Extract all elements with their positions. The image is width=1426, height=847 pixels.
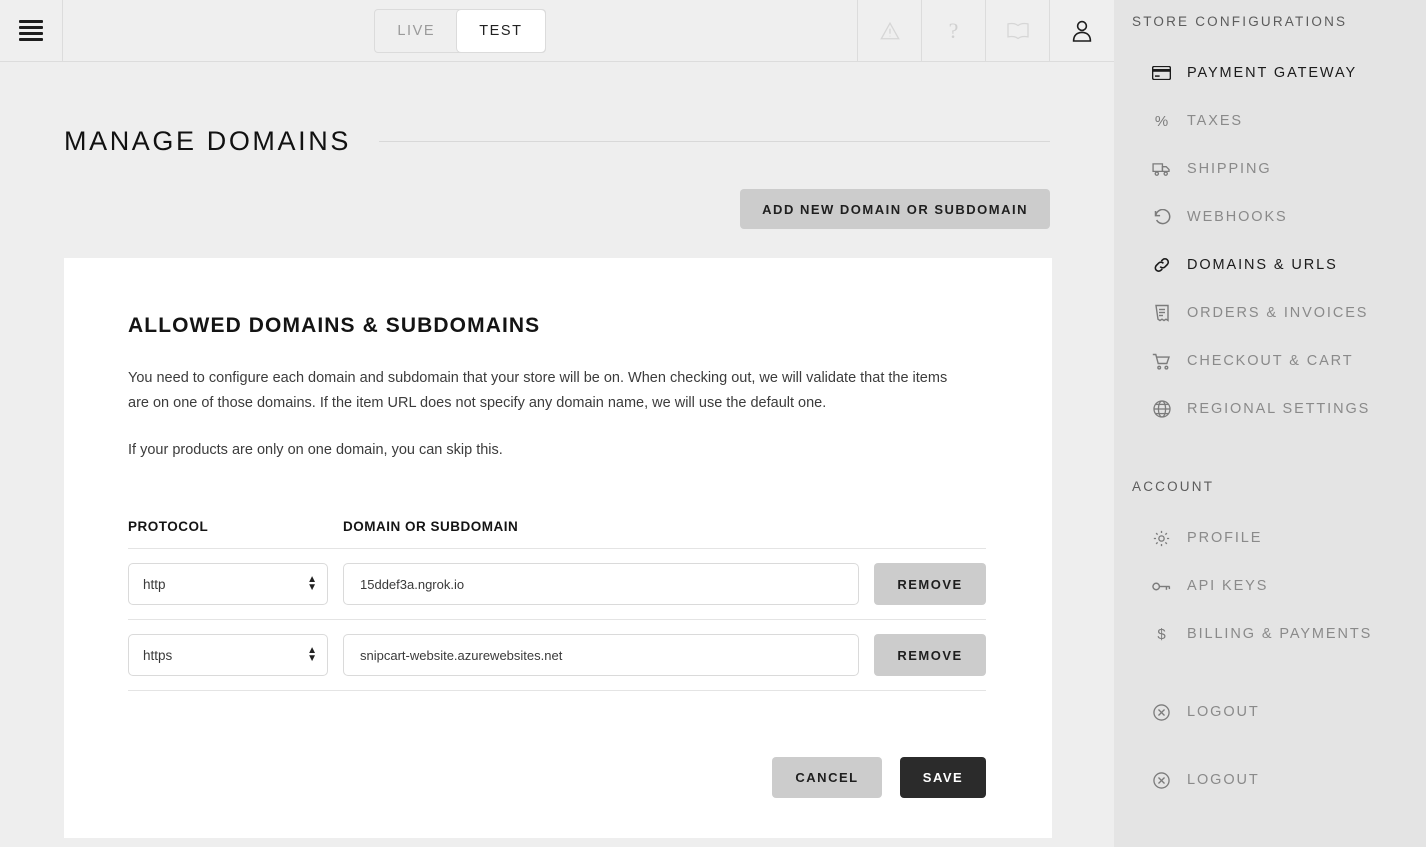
help-button[interactable]: ?: [922, 0, 986, 61]
truck-icon: [1152, 162, 1171, 177]
user-icon: [1072, 20, 1092, 42]
env-live-button[interactable]: LIVE: [375, 10, 457, 52]
add-new-domain-button[interactable]: ADD NEW DOMAIN OR SUBDOMAIN: [740, 189, 1050, 229]
column-header-domain: DOMAIN OR SUBDOMAIN: [343, 519, 519, 534]
dollar-icon: $: [1157, 625, 1166, 643]
add-domain-row: ADD NEW DOMAIN OR SUBDOMAIN: [64, 189, 1050, 229]
hamburger-icon: [19, 20, 43, 41]
sidebar-item-logout-1[interactable]: LOGOUT: [1114, 688, 1426, 736]
warning-button[interactable]: [858, 0, 922, 61]
card-description-1: You need to configure each domain and su…: [128, 370, 948, 411]
sidebar-label: ORDERS & INVOICES: [1187, 305, 1369, 321]
menu-toggle-button[interactable]: [0, 0, 63, 61]
sidebar: STORE CONFIGURATIONS PAYMENT GATEWAY % T…: [1114, 0, 1426, 847]
logout-circle-icon: [1152, 703, 1171, 721]
key-icon: [1152, 580, 1171, 593]
shopping-cart-icon: [1152, 353, 1171, 370]
globe-icon: [1152, 400, 1171, 418]
app-root: LIVE TEST ? MANAGE DOMAINS ADD NEW DOMAI…: [0, 0, 1426, 847]
sidebar-item-regional-settings[interactable]: REGIONAL SETTINGS: [1114, 385, 1426, 433]
sidebar-item-checkout-cart[interactable]: CHECKOUT & CART: [1114, 337, 1426, 385]
allowed-domains-card: ALLOWED DOMAINS & SUBDOMAINS You need to…: [64, 258, 1052, 838]
sidebar-label: CHECKOUT & CART: [1187, 353, 1354, 369]
sidebar-section-store: STORE CONFIGURATIONS: [1132, 14, 1348, 29]
protocol-select-wrapper-2: https ▲ ▼: [128, 634, 328, 676]
env-toggle-container: LIVE TEST: [63, 0, 858, 61]
protocol-select-2[interactable]: https: [128, 634, 328, 676]
remove-domain-button-1[interactable]: REMOVE: [874, 563, 986, 605]
book-icon: [1006, 21, 1030, 41]
header-divider: [378, 141, 1050, 142]
sidebar-label: API KEYS: [1187, 578, 1269, 594]
sidebar-item-webhooks[interactable]: WEBHOOKS: [1114, 193, 1426, 241]
sidebar-item-taxes[interactable]: % TAXES: [1114, 97, 1426, 145]
page-title: MANAGE DOMAINS: [64, 126, 351, 156]
card-description-2: If your products are only on one domain,…: [128, 442, 503, 458]
undo-arrow-icon: [1152, 209, 1171, 225]
table-row: http ▲▼ REMOVE: [128, 549, 986, 619]
sidebar-label: PAYMENT GATEWAY: [1187, 65, 1358, 81]
card-footer: CANCEL SAVE: [128, 691, 986, 838]
sidebar-label: TAXES: [1187, 113, 1243, 129]
sidebar-label: WEBHOOKS: [1187, 209, 1288, 225]
sidebar-item-shipping[interactable]: SHIPPING: [1114, 145, 1426, 193]
sidebar-label: DOMAINS & URLS: [1187, 257, 1338, 273]
sidebar-label: LOGOUT: [1187, 772, 1260, 788]
link-icon: [1152, 257, 1171, 273]
sidebar-label: LOGOUT: [1187, 704, 1260, 720]
sidebar-label: REGIONAL SETTINGS: [1187, 401, 1371, 417]
remove-domain-button-2[interactable]: REMOVE: [874, 634, 986, 676]
domains-table: PROTOCOL DOMAIN OR SUBDOMAIN http ▲▼ REM…: [128, 519, 986, 691]
domain-input-1[interactable]: [343, 563, 859, 605]
page-content: MANAGE DOMAINS ADD NEW DOMAIN OR SUBDOMA…: [0, 62, 1114, 838]
sidebar-section-account: ACCOUNT: [1132, 479, 1215, 494]
sidebar-label: BILLING & PAYMENTS: [1187, 626, 1373, 642]
credit-card-icon: [1152, 66, 1171, 80]
gear-icon: [1152, 530, 1171, 547]
main-column: LIVE TEST ? MANAGE DOMAINS ADD NEW DOMAI…: [0, 0, 1114, 847]
cancel-button[interactable]: CANCEL: [772, 757, 882, 798]
logout-circle-icon: [1152, 771, 1171, 789]
sidebar-item-billing-payments[interactable]: $ BILLING & PAYMENTS: [1114, 610, 1426, 658]
sidebar-item-logout-2[interactable]: LOGOUT: [1114, 756, 1426, 804]
percent-icon: %: [1154, 112, 1169, 130]
sidebar-item-domains-urls[interactable]: DOMAINS & URLS: [1114, 241, 1426, 289]
help-icon: ?: [948, 17, 959, 43]
sidebar-label: PROFILE: [1187, 530, 1263, 546]
sidebar-item-profile[interactable]: PROFILE: [1114, 514, 1426, 562]
sidebar-label: SHIPPING: [1187, 161, 1272, 177]
protocol-select-1[interactable]: http: [128, 563, 328, 605]
account-button[interactable]: [1050, 0, 1114, 61]
warning-icon: [879, 20, 901, 42]
sidebar-item-orders-invoices[interactable]: ORDERS & INVOICES: [1114, 289, 1426, 337]
env-test-button[interactable]: TEST: [457, 9, 545, 52]
domain-input-2[interactable]: [343, 634, 859, 676]
table-row: https ▲▼ REMOVE: [128, 620, 986, 690]
protocol-select-wrapper-1: http ▲ ▼: [128, 563, 328, 605]
docs-button[interactable]: [986, 0, 1050, 61]
column-header-protocol: PROTOCOL: [128, 519, 209, 534]
top-bar: LIVE TEST ?: [0, 0, 1114, 62]
env-toggle[interactable]: LIVE TEST: [374, 8, 546, 53]
page-header: MANAGE DOMAINS: [64, 62, 1050, 157]
card-title: ALLOWED DOMAINS & SUBDOMAINS: [128, 314, 541, 337]
invoice-icon: [1152, 304, 1171, 322]
table-header-row: PROTOCOL DOMAIN OR SUBDOMAIN: [128, 519, 986, 548]
save-button[interactable]: SAVE: [900, 757, 986, 798]
sidebar-item-api-keys[interactable]: API KEYS: [1114, 562, 1426, 610]
sidebar-item-payment-gateway[interactable]: PAYMENT GATEWAY: [1114, 49, 1426, 97]
